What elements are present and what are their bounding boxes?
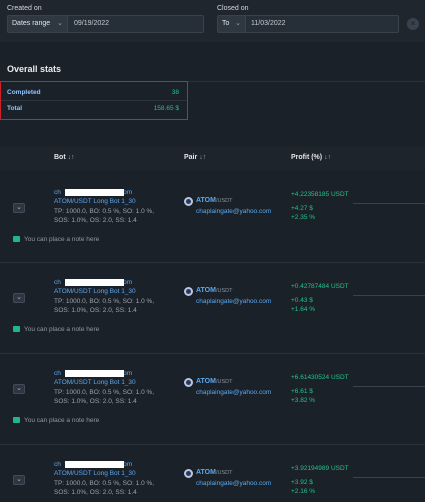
redaction-mask [65, 461, 124, 468]
bot-settings-line2: SOS: 1.0%, OS: 2.0, SS: 1.4 [54, 489, 137, 496]
close-icon[interactable]: × [407, 18, 419, 30]
column-header-profit-label: Profit (%) [291, 154, 323, 161]
redaction-mask [65, 370, 124, 377]
bot-settings-line1: TP: 1000.0, BO: 0.5 %, SO: 1.0 %, [54, 480, 155, 487]
created-on-filter: Dates range ⌄ 09/19/2022 [7, 15, 204, 33]
profit-usd: +4.27 $ [291, 205, 313, 212]
pair-base[interactable]: ATOM [196, 197, 216, 204]
note-placeholder[interactable]: You can place a note here [13, 417, 99, 424]
pair-label: ATOM/USDT [196, 469, 232, 476]
closed-mode-label: To [222, 20, 230, 27]
bot-settings-line1: TP: 1000.0, BO: 0.5 %, SO: 1.0 %, [54, 298, 155, 305]
closed-on-filter: To ⌄ 11/03/2022 [217, 15, 399, 33]
pair-base[interactable]: ATOM [196, 378, 216, 385]
divider [353, 386, 425, 387]
closed-mode-select[interactable]: To ⌄ [218, 16, 246, 32]
sort-icon: ↓↑ [324, 154, 332, 161]
profit-usd: +6.61 $ [291, 388, 313, 395]
highlight-box [0, 81, 188, 120]
table-header: Bot ↓↑ Pair ↓↑ Profit (%) ↓↑ [0, 146, 425, 170]
profit-percent: +2.35 % [291, 214, 316, 221]
divider [353, 477, 425, 478]
table-row: ch com ATOM/USDT Long Bot 1_30 TP: 1000.0… [0, 445, 425, 502]
created-mode-select[interactable]: Dates range ⌄ [8, 16, 68, 32]
bot-name-link[interactable]: ATOM/USDT Long Bot 1_30 [54, 379, 136, 386]
profit-value: +6.61430524 USDT [291, 374, 349, 381]
profit-percent: +1.64 % [291, 306, 316, 313]
closed-on-label: Closed on [217, 5, 249, 12]
pair-quote: /USDT [215, 288, 233, 294]
profit-value: +3.92194989 USDT [291, 465, 349, 472]
table-row: ch com ATOM/USDT Long Bot 1_30 TP: 1000.0… [0, 354, 425, 445]
pair-label: ATOM/USDT [196, 197, 232, 204]
bot-settings-line1: TP: 1000.0, BO: 0.5 %, SO: 1.0 %, [54, 389, 155, 396]
expand-row-button[interactable]: ⌄ [13, 475, 25, 485]
atom-coin-icon [184, 469, 193, 478]
chevron-down-icon: ⌄ [57, 20, 63, 27]
pair-label: ATOM/USDT [196, 378, 232, 385]
bot-settings-line2: SOS: 1.0%, OS: 2.0, SS: 1.4 [54, 217, 137, 224]
profit-percent: +2.16 % [291, 488, 316, 495]
created-mode-label: Dates range [12, 20, 51, 27]
expand-row-button[interactable]: ⌄ [13, 203, 25, 213]
atom-coin-icon [184, 287, 193, 296]
overall-stats-title: Overall stats [7, 64, 62, 74]
column-header-profit[interactable]: Profit (%) ↓↑ [291, 154, 331, 161]
profit-percent: +3.82 % [291, 397, 316, 404]
bot-settings-line2: SOS: 1.0%, OS: 2.0, SS: 1.4 [54, 398, 137, 405]
divider [353, 203, 425, 204]
created-on-label: Created on [7, 5, 42, 12]
pair-base[interactable]: ATOM [196, 469, 216, 476]
account-name[interactable]: chaplaingate@yahoo.com [196, 298, 271, 305]
atom-coin-icon [184, 197, 193, 206]
note-icon [13, 417, 20, 423]
column-header-pair-label: Pair [184, 154, 198, 161]
atom-coin-icon [184, 378, 193, 387]
redaction-mask [65, 189, 124, 196]
filters-bar: Created on Dates range ⌄ 09/19/2022 Clos… [0, 0, 425, 42]
note-icon [13, 236, 20, 242]
redaction-mask [65, 279, 124, 286]
bot-settings-line2: SOS: 1.0%, OS: 2.0, SS: 1.4 [54, 307, 137, 314]
sort-icon: ↓↑ [199, 154, 207, 161]
table-row: ch com ATOM/USDT Long Bot 1_30 TP: 1000.0… [0, 263, 425, 354]
bot-name-link[interactable]: ATOM/USDT Long Bot 1_30 [54, 470, 136, 477]
expand-row-button[interactable]: ⌄ [13, 293, 25, 303]
created-date-input[interactable]: 09/19/2022 [74, 16, 109, 32]
profit-value: +4.22358185 USDT [291, 191, 349, 198]
sort-icon: ↓↑ [67, 154, 75, 161]
pair-quote: /USDT [215, 198, 233, 204]
account-name[interactable]: chaplaingate@yahoo.com [196, 480, 271, 487]
pair-quote: /USDT [215, 379, 233, 385]
note-placeholder[interactable]: You can place a note here [13, 326, 99, 333]
pair-label: ATOM/USDT [196, 287, 232, 294]
account-name[interactable]: chaplaingate@yahoo.com [196, 389, 271, 396]
bot-name-link[interactable]: ATOM/USDT Long Bot 1_30 [54, 288, 136, 295]
pair-quote: /USDT [215, 470, 233, 476]
profit-usd: +3.92 $ [291, 479, 313, 486]
note-icon [13, 326, 20, 332]
profit-value: +0.42787484 USDT [291, 283, 349, 290]
pair-base[interactable]: ATOM [196, 287, 216, 294]
table-row: ch com ATOM/USDT Long Bot 1_30 TP: 1000.0… [0, 170, 425, 263]
closed-date-input[interactable]: 11/03/2022 [251, 16, 286, 32]
account-name[interactable]: chaplaingate@yahoo.com [196, 208, 271, 215]
expand-row-button[interactable]: ⌄ [13, 384, 25, 394]
column-header-bot-label: Bot [54, 154, 66, 161]
note-placeholder[interactable]: You can place a note here [13, 236, 99, 243]
bot-settings-line1: TP: 1000.0, BO: 0.5 %, SO: 1.0 %, [54, 208, 155, 215]
divider [353, 295, 425, 296]
profit-usd: +0.43 $ [291, 297, 313, 304]
column-header-pair[interactable]: Pair ↓↑ [184, 154, 206, 161]
chevron-down-icon: ⌄ [235, 20, 241, 27]
bot-name-link[interactable]: ATOM/USDT Long Bot 1_30 [54, 198, 136, 205]
column-header-bot[interactable]: Bot ↓↑ [54, 154, 75, 161]
